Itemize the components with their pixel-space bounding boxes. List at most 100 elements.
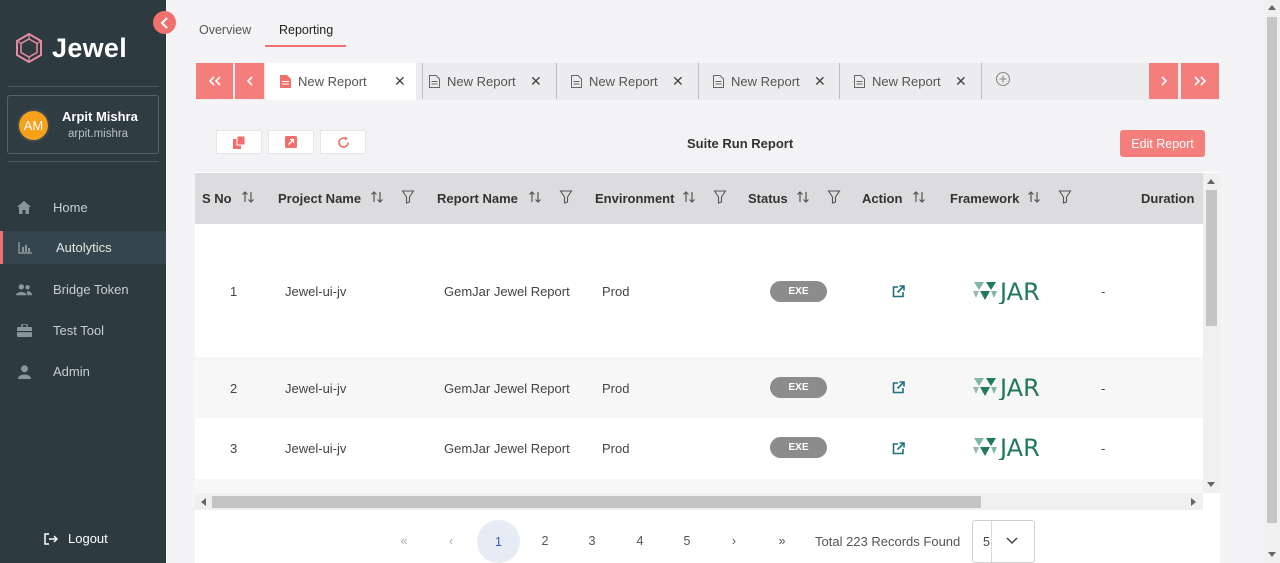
avatar: AM — [19, 111, 48, 140]
table-row[interactable] — [195, 479, 1203, 493]
sort-icon[interactable] — [370, 189, 384, 205]
open-external-button[interactable] — [268, 130, 314, 154]
sidebar-item-admin[interactable]: Admin — [0, 355, 166, 388]
pagination-first-button[interactable]: « — [394, 534, 414, 548]
sidebar: Jewel AM Arpit Mishra arpit.mishra Home … — [0, 0, 166, 563]
scroll-last-tab-button[interactable] — [1181, 63, 1219, 99]
close-icon[interactable]: ✕ — [394, 73, 406, 90]
pagination-page-3[interactable]: 3 — [582, 534, 602, 548]
brand-logo[interactable]: Jewel — [14, 32, 127, 64]
sidebar-item-home[interactable]: Home — [0, 191, 166, 224]
report-tab[interactable]: New Report ✕ — [571, 63, 689, 100]
sort-icon[interactable] — [796, 189, 810, 205]
cell-project-name: Jewel-ui-jv — [285, 284, 347, 299]
report-tab[interactable]: New Report ✕ — [266, 63, 416, 100]
filter-icon[interactable] — [713, 189, 727, 205]
sort-icon[interactable] — [912, 189, 926, 205]
column-header-environment[interactable]: Environment — [595, 191, 674, 206]
report-tab-label: New Report — [298, 74, 367, 89]
scroll-down-icon[interactable] — [1207, 482, 1215, 488]
open-link-icon[interactable] — [892, 381, 905, 394]
column-header-framework[interactable]: Framework — [950, 191, 1019, 206]
sidebar-item-label: Test Tool — [53, 323, 105, 338]
user-card[interactable]: AM Arpit Mishra arpit.mishra — [7, 95, 159, 154]
close-icon[interactable]: ✕ — [672, 73, 684, 90]
home-icon — [16, 200, 32, 216]
sort-icon[interactable] — [1027, 189, 1041, 205]
chevron-left-icon — [159, 16, 168, 29]
pagination-page-2[interactable]: 2 — [535, 534, 555, 548]
tab-overview[interactable]: Overview — [199, 23, 251, 37]
pagination-page-4[interactable]: 4 — [630, 534, 650, 548]
open-link-icon[interactable] — [892, 442, 905, 455]
column-header-duration[interactable]: Duration — [1141, 191, 1194, 206]
share-icon — [285, 136, 297, 148]
chevron-down-icon — [1006, 537, 1018, 545]
pagination-prev-button[interactable]: ‹ — [441, 534, 461, 548]
jar-framework-logo: JAR — [973, 374, 1040, 400]
toolbox-icon — [16, 323, 32, 339]
refresh-button[interactable] — [320, 130, 366, 154]
add-tab-icon[interactable] — [995, 71, 1011, 87]
table-horizontal-scroll-thumb[interactable] — [212, 496, 981, 508]
cell-report-name: GemJar Jewel Report — [444, 381, 570, 396]
column-header-report-name[interactable]: Report Name — [437, 191, 518, 206]
user-handle: arpit.mishra — [68, 128, 129, 140]
chevron-right-icon — [1160, 76, 1167, 86]
sidebar-item-autolytics[interactable]: Autolytics — [0, 231, 166, 264]
edit-report-button[interactable]: Edit Report — [1120, 130, 1205, 157]
filter-icon[interactable] — [559, 189, 573, 205]
report-tab-label: New Report — [731, 74, 800, 89]
close-icon[interactable]: ✕ — [955, 73, 967, 90]
sort-icon[interactable] — [528, 189, 542, 205]
scroll-next-tab-button[interactable] — [1149, 63, 1178, 99]
report-tab[interactable]: New Report ✕ — [429, 63, 547, 100]
report-tab-label: New Report — [447, 74, 516, 89]
pagination-next-button[interactable]: › — [724, 534, 744, 548]
column-header-sno[interactable]: S No — [202, 191, 232, 206]
scroll-first-tab-button[interactable] — [196, 63, 233, 99]
logout-button[interactable]: Logout — [44, 531, 108, 546]
status-badge: EXE — [770, 437, 827, 458]
sidebar-item-bridge-token[interactable]: Bridge Token — [0, 273, 166, 306]
pagination-page-5[interactable]: 5 — [677, 534, 697, 548]
double-chevron-right-icon — [1194, 76, 1207, 86]
tab-reporting[interactable]: Reporting — [279, 23, 333, 37]
column-header-action[interactable]: Action — [862, 191, 902, 206]
pagination-last-button[interactable]: » — [772, 534, 792, 548]
sort-icon[interactable] — [241, 189, 255, 205]
cell-project-name: Jewel-ui-jv — [285, 381, 347, 396]
close-icon[interactable]: ✕ — [530, 73, 542, 90]
cell-project-name: Jewel-ui-jv — [285, 441, 347, 456]
document-icon — [713, 75, 724, 88]
copy-button[interactable] — [216, 130, 262, 154]
cell-duration: - — [1101, 284, 1106, 299]
scroll-up-icon[interactable] — [1268, 4, 1276, 10]
filter-icon[interactable] — [401, 189, 415, 205]
status-badge: EXE — [770, 281, 827, 302]
scroll-up-icon[interactable] — [1207, 178, 1215, 184]
scroll-left-icon[interactable] — [200, 498, 206, 506]
report-tab[interactable]: New Report ✕ — [713, 63, 831, 100]
pagination-page-1[interactable]: 1 — [477, 520, 520, 563]
page-vertical-scroll-thumb[interactable] — [1267, 17, 1277, 523]
sort-icon[interactable] — [682, 189, 696, 205]
open-link-icon[interactable] — [892, 285, 905, 298]
column-header-status[interactable]: Status — [748, 191, 788, 206]
scroll-prev-tab-button[interactable] — [235, 63, 264, 99]
close-icon[interactable]: ✕ — [814, 73, 826, 90]
column-header-project-name[interactable]: Project Name — [278, 191, 361, 206]
filter-icon[interactable] — [827, 189, 841, 205]
scroll-right-icon[interactable] — [1191, 498, 1197, 506]
table-vertical-scroll-thumb[interactable] — [1206, 190, 1217, 326]
report-tab[interactable]: New Report ✕ — [854, 63, 972, 100]
chevron-left-icon — [246, 76, 253, 86]
sidebar-item-test-tool[interactable]: Test Tool — [0, 314, 166, 347]
panel-title: Suite Run Report — [687, 136, 794, 151]
collapse-sidebar-button[interactable] — [153, 11, 176, 34]
filter-icon[interactable] — [1058, 189, 1072, 205]
divider — [8, 86, 159, 87]
scroll-down-icon[interactable] — [1268, 552, 1276, 558]
page-size-select[interactable]: 5 — [972, 520, 1035, 563]
cell-sno: 3 — [230, 441, 238, 456]
